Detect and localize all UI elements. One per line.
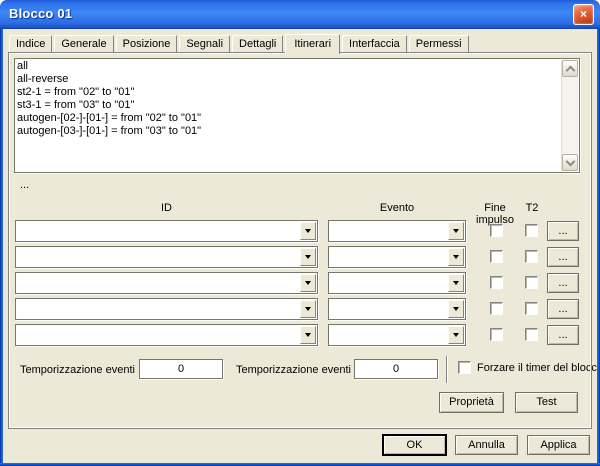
window-border-left (0, 28, 3, 466)
tab-itinerari[interactable]: Itinerari (285, 34, 340, 54)
tab-label: Interfaccia (349, 38, 400, 50)
tab-page-itinerari (8, 52, 592, 429)
tab-posizione[interactable]: Posizione (116, 35, 178, 52)
tab-segnali[interactable]: Segnali (179, 35, 230, 52)
apply-button[interactable]: Applica (527, 435, 590, 455)
dialog-window: Blocco 01 × Indice Generale Posizione Segna… (0, 0, 600, 466)
close-icon[interactable]: × (573, 4, 594, 25)
tab-indice[interactable]: Indice (9, 35, 52, 52)
tab-label: Generale (61, 38, 106, 50)
tab-strip: Indice Generale Posizione Segnali Dettagli It… (9, 31, 471, 52)
tab-interfaccia[interactable]: Interfaccia (342, 35, 407, 52)
title-bar[interactable]: Blocco 01 × (0, 0, 600, 29)
tab-permessi[interactable]: Permessi (409, 35, 469, 52)
tab-label: Segnali (186, 38, 223, 50)
tab-label: Itinerari (294, 38, 331, 50)
tab-label: Posizione (123, 38, 171, 50)
tab-label: Dettagli (239, 38, 276, 50)
tab-dettagli[interactable]: Dettagli (232, 35, 283, 52)
window-title: Blocco 01 (9, 6, 72, 21)
tab-generale[interactable]: Generale (54, 35, 113, 52)
cancel-button[interactable]: Annulla (455, 435, 518, 455)
tab-label: Permessi (416, 38, 462, 50)
tab-label: Indice (16, 38, 45, 50)
ok-button[interactable]: OK (383, 435, 446, 455)
